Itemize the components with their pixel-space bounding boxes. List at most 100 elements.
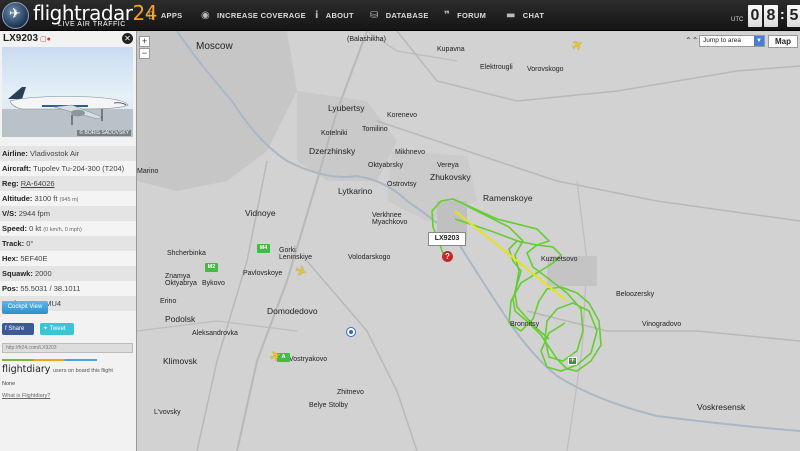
road-badge: M4 <box>257 244 270 253</box>
flightradar24-logo[interactable]: flightradar24 LIVE AIR TRAFFIC <box>2 1 162 30</box>
top-navigation-bar: flightradar24 LIVE AIR TRAFFIC ▯APPS ◉IN… <box>0 0 800 31</box>
detail-squawk: Squawk: 2000 <box>0 266 136 281</box>
selected-aircraft-icon[interactable]: ✈ <box>568 357 577 365</box>
map-label: Vinogradovo <box>642 321 682 328</box>
nav-database[interactable]: ⛁ DATABASE <box>370 0 429 31</box>
flightdiary-users: None <box>2 381 16 387</box>
map-label: Belye Stolby <box>309 402 348 409</box>
map-canvas <box>137 31 800 451</box>
eye-icon: ◉ <box>201 10 211 21</box>
unknown-position-icon[interactable]: ? <box>442 251 453 262</box>
database-icon: ⛁ <box>370 10 379 21</box>
clock-hour-digit: 0 <box>748 5 762 27</box>
clock-minute-digit: 5 <box>787 5 800 27</box>
facebook-share-button[interactable]: f Share <box>2 323 34 335</box>
radar-logo-icon <box>2 2 29 29</box>
zoom-out-button[interactable]: − <box>139 48 150 59</box>
map-label: Bykovo <box>202 280 225 287</box>
photo-credit: © BORIS SADOVSKY <box>77 130 131 136</box>
map-label: Ramenskoye <box>483 193 533 203</box>
clock-colon: : <box>780 6 785 22</box>
flight-status-icons: ▢● <box>40 36 51 43</box>
map-label: L'vovsky <box>154 409 181 416</box>
detail-position: Pos: 55.5031 / 38.1011 <box>0 281 136 296</box>
map-label: Marino <box>137 168 159 175</box>
flightdiary-logo[interactable]: flightdiary <box>2 364 50 375</box>
map-area[interactable]: Moscow (Balashikha) Kupavna Elektrougli … <box>137 31 800 451</box>
logo-subtitle: LIVE AIR TRAFFIC <box>58 21 126 28</box>
map-label: Beloozersky <box>616 291 655 298</box>
detail-hex: Hex: 5EF40E <box>0 251 136 266</box>
map-label: Znamya Oktyabrya <box>165 273 197 287</box>
nav-forum[interactable]: ❞ FORUM <box>444 0 486 31</box>
map-label: Erino <box>160 298 177 305</box>
close-icon[interactable]: ✕ <box>122 33 133 44</box>
chat-icon: ▬ <box>506 10 516 21</box>
map-label: Kotelniki <box>321 130 348 137</box>
flight-info-panel: LX9203 ▢● ✕ © BORIS SADOVSKY Airline: Vl… <box>0 31 137 451</box>
map-label: Voskresensk <box>697 402 746 412</box>
map-label: Aleksandrovka <box>192 330 238 337</box>
flight-panel-header: LX9203 ▢● ✕ <box>0 31 136 46</box>
collapse-icon[interactable]: ⌃⌃ <box>685 36 698 45</box>
map-label: Ostrovtsy <box>387 181 417 188</box>
map-label: Vidnoye <box>245 208 276 218</box>
map-label: Gorki Leninskiye <box>279 247 313 261</box>
aircraft-photo-image <box>2 87 133 137</box>
map-label: Tomilino <box>362 126 388 133</box>
chevron-down-icon: ▼ <box>754 36 764 46</box>
map-label: Mikhnevo <box>395 149 425 156</box>
map-label: Verkhnee Myachkovo <box>372 212 408 226</box>
map-type-button[interactable]: Map <box>768 35 798 48</box>
map-label: Lytkarino <box>338 186 373 196</box>
map-label: Moscow <box>196 41 233 52</box>
map-label: Klimovsk <box>163 356 198 366</box>
detail-altitude: Altitude: 3100 ft (945 m) <box>0 191 136 206</box>
flight-callout-label[interactable]: LX9203 <box>428 232 466 246</box>
flight-details-list: Airline: Vladivostok Air Aircraft: Tupol… <box>0 146 136 311</box>
aircraft-photo[interactable]: © BORIS SADOVSKY <box>2 47 133 137</box>
map-label: Kuznetsovo <box>541 256 578 263</box>
nav-chat[interactable]: ▬ CHAT <box>506 0 544 31</box>
jump-to-area-select[interactable]: Jump to area ▼ <box>699 35 765 47</box>
location-pin-icon[interactable] <box>347 328 355 336</box>
nav-about[interactable]: i ABOUT <box>315 0 354 31</box>
detail-speed: Speed: 0 kt (0 km/h, 0 mph) <box>0 221 136 236</box>
detail-airline: Airline: Vladivostok Air <box>0 146 136 161</box>
map-label: Lyubertsy <box>328 103 365 113</box>
zoom-in-button[interactable]: + <box>139 36 150 47</box>
detail-track: Track: 0° <box>0 236 136 251</box>
utc-label: UTC <box>731 17 744 23</box>
info-icon: i <box>315 10 319 21</box>
nav-increase-coverage[interactable]: ◉ INCREASE COVERAGE <box>201 0 306 31</box>
clock-hour-digit: 8 <box>764 5 778 27</box>
map-label: Pavlovskoye <box>243 270 283 277</box>
quote-icon: ❞ <box>444 10 451 21</box>
registration-link[interactable]: RA-64026 <box>21 179 55 188</box>
map-label: Bronnitsy <box>510 321 540 328</box>
color-divider <box>2 359 97 361</box>
map-label: Podolsk <box>165 314 196 324</box>
what-is-flightdiary-link[interactable]: What is Flightdiary? <box>2 393 50 399</box>
detail-aircraft: Aircraft: Tupolev Tu-204-300 (T204) <box>0 161 136 176</box>
map-label: Volodarskogo <box>348 254 391 261</box>
nav-apps[interactable]: ▯ APPS <box>148 0 182 31</box>
map-label: Kupavna <box>437 46 465 53</box>
short-link-field[interactable]: http://fr24.com/LX9203 <box>2 343 133 353</box>
map-label: Vostryakovo <box>289 356 328 363</box>
map-label: (Balashikha) <box>347 36 386 43</box>
map-label: Zhitnevo <box>337 389 364 396</box>
flight-id: LX9203 <box>3 33 39 44</box>
phone-icon: ▯ <box>148 10 154 21</box>
map-label: Oktyabrsky <box>368 162 404 169</box>
map-label: Vorovskogo <box>527 66 564 73</box>
tweet-button[interactable]: ✦ Tweet <box>40 323 74 335</box>
cockpit-view-button[interactable]: Cockpit View <box>2 301 48 314</box>
map-label: Elektrougli <box>480 64 513 71</box>
detail-registration: Reg: RA-64026 <box>0 176 136 191</box>
map-label: Domodedovo <box>267 306 318 316</box>
detail-vertical-speed: V/S: 2944 fpm <box>0 206 136 221</box>
road-badge: M2 <box>205 263 218 272</box>
flightdiary-caption: users on board this flight <box>53 368 113 374</box>
map-label: Vereya <box>437 162 459 169</box>
